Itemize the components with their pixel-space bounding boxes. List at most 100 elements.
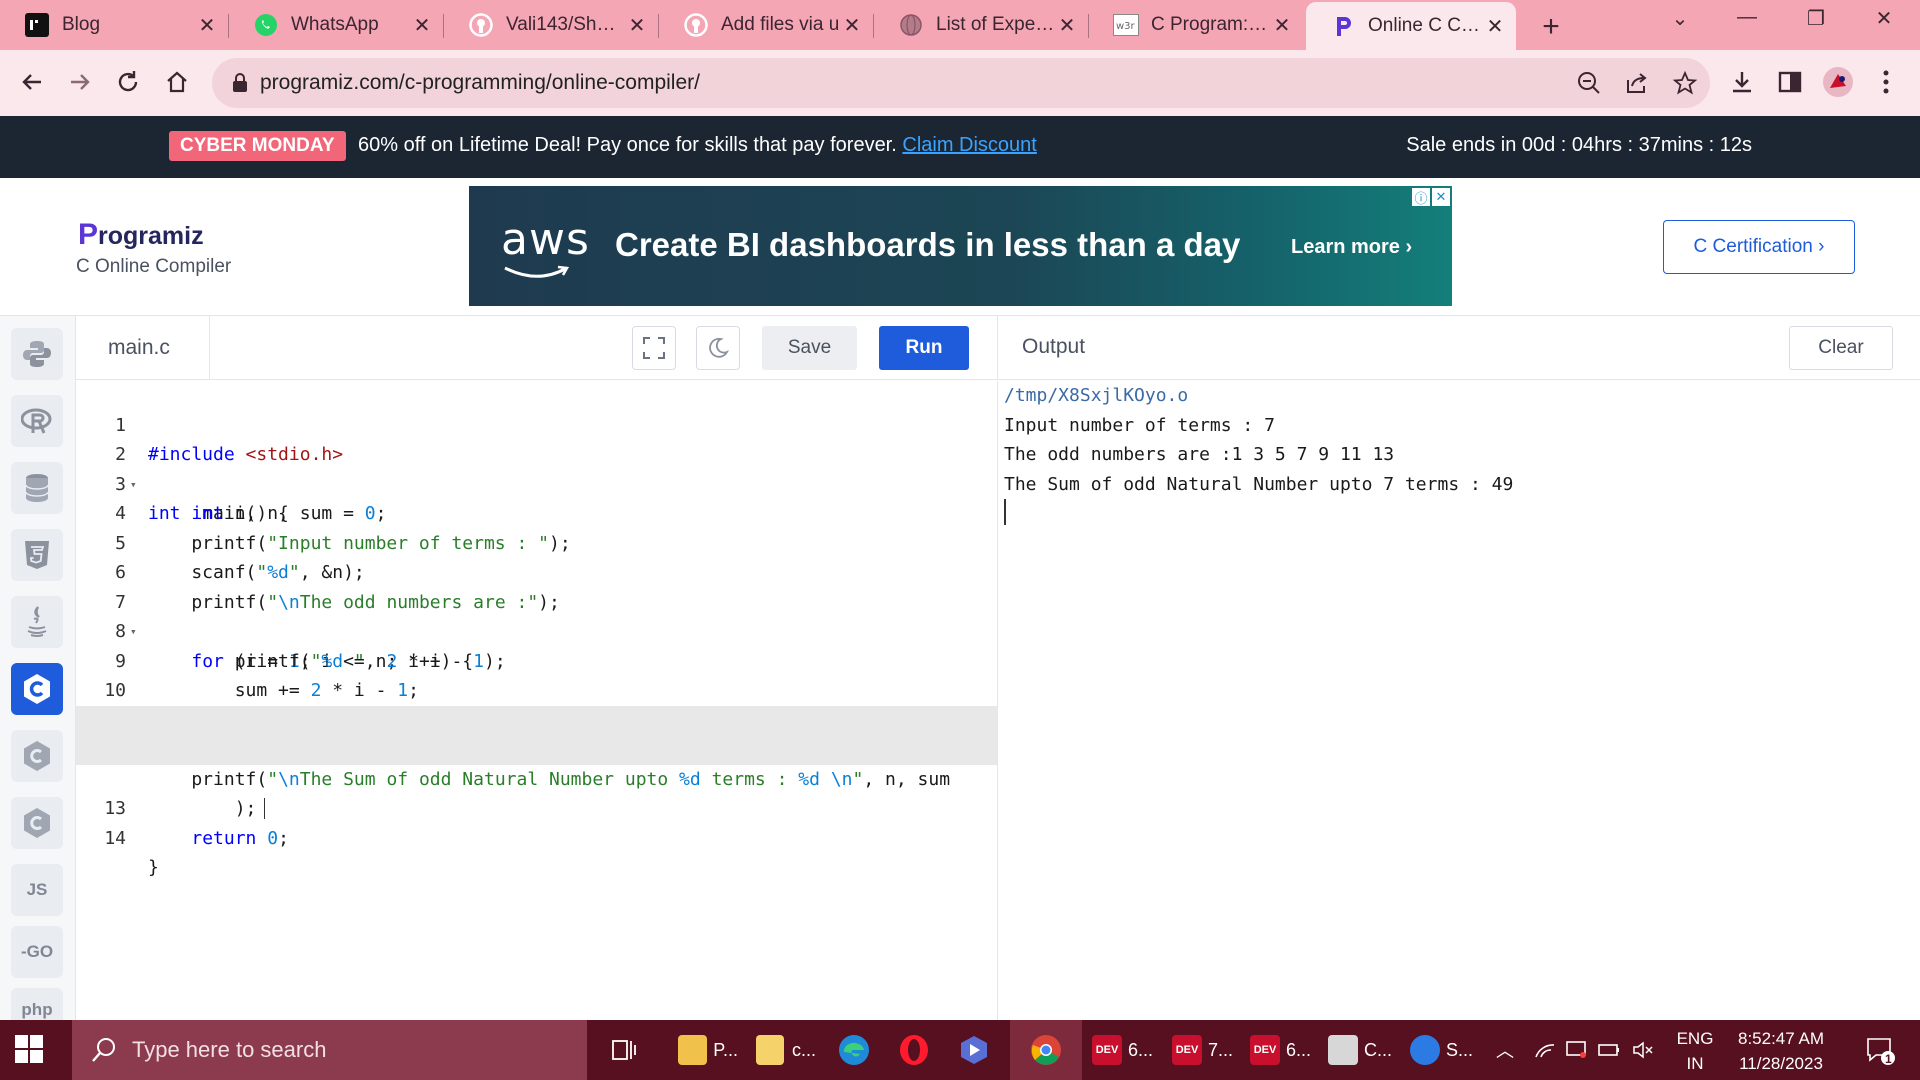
logo-text: rogramiz (98, 222, 204, 250)
taskbar-search[interactable]: Type here to search (72, 1020, 587, 1080)
zoom-out-icon[interactable] (1576, 70, 1602, 101)
file-tab-main-c[interactable]: main.c (76, 316, 210, 379)
close-window-icon[interactable]: ✕ (1864, 6, 1904, 31)
lang-c[interactable] (11, 663, 63, 715)
code-line: 6 printf("\nThe odd numbers are :"); (76, 529, 997, 613)
menu-kebab-icon[interactable] (1868, 64, 1904, 100)
lang-python[interactable] (11, 328, 63, 380)
bookmark-star-icon[interactable] (1672, 70, 1698, 101)
lock-icon[interactable] (232, 73, 248, 98)
notification-center-button[interactable]: 1 (1856, 1020, 1906, 1080)
tab-github-add-files[interactable]: Add files via u ✕ (659, 4, 873, 46)
close-icon[interactable]: ✕ (1484, 14, 1506, 39)
input-language[interactable]: ENG IN (1674, 1026, 1716, 1076)
close-icon[interactable]: ✕ (841, 13, 863, 38)
taskbar-folder[interactable]: c... (750, 1020, 816, 1080)
c-certification-button[interactable]: C Certification › (1663, 220, 1855, 274)
lang-php[interactable]: php (11, 988, 63, 1020)
ad-choices[interactable]: ⓘ ✕ (1412, 188, 1450, 206)
close-icon[interactable]: ✕ (196, 13, 218, 38)
taskbar-devcpp-3[interactable]: DEV 6... (1250, 1020, 1320, 1080)
taskbar-snipping-tool[interactable]: S... (1410, 1020, 1476, 1080)
taskbar-devcpp-2[interactable]: DEV 7... (1172, 1020, 1242, 1080)
search-icon (92, 1038, 115, 1062)
share-icon[interactable] (1624, 70, 1650, 101)
taskbar-window[interactable]: C... (1328, 1020, 1398, 1080)
taskbar-devcpp-1[interactable]: DEV 6... (1092, 1020, 1162, 1080)
address-bar[interactable]: programiz.com/c-programming/online-compi… (212, 58, 1710, 108)
close-icon[interactable]: ✕ (411, 13, 433, 38)
lang-sql[interactable] (11, 462, 63, 514)
code-line: 9 sum += 2 * i - 1; (76, 617, 997, 702)
wifi-icon[interactable] (1530, 1020, 1560, 1080)
claim-discount-link[interactable]: Claim Discount (902, 134, 1036, 156)
aws-ad-banner[interactable]: aws Create BI dashboards in less than a … (469, 186, 1452, 306)
output-header: Output Clear (997, 316, 1920, 380)
minimize-icon[interactable]: — (1727, 6, 1767, 29)
c-lang-icon (24, 674, 50, 704)
battery-icon[interactable] (1594, 1020, 1624, 1080)
r-lang-icon (21, 408, 52, 434)
aws-logo: aws (501, 214, 590, 265)
lang-r[interactable] (11, 395, 63, 447)
code-line: 8 printf("%d ", 2 * i - 1); (76, 588, 997, 672)
ad-info-icon[interactable]: ⓘ (1412, 188, 1430, 206)
blog-icon (24, 12, 50, 38)
tab-search-chevron-icon[interactable]: ⌄ (1660, 6, 1700, 31)
lang-go[interactable]: -GO (11, 926, 63, 978)
forward-button[interactable] (62, 64, 98, 100)
start-button[interactable] (14, 1034, 44, 1069)
system-clock[interactable]: 8:52:47 AM 11/28/2023 (1726, 1026, 1836, 1076)
code-text: } (148, 857, 159, 878)
tab-blog[interactable]: Blog ✕ (0, 4, 228, 46)
output-console[interactable]: /tmp/X8SxjlKOyo.o Input number of terms … (997, 381, 1920, 1020)
tab-list-of-experiments[interactable]: List of Experin ✕ (874, 4, 1088, 46)
lang-html[interactable] (11, 529, 63, 581)
clear-button[interactable]: Clear (1789, 326, 1893, 370)
close-icon[interactable]: ✕ (626, 13, 648, 38)
task-view-button[interactable] (604, 1020, 644, 1080)
code-editor[interactable]: 1 #include <stdio.h> 2 ▾ int main() { 3 … (76, 381, 997, 1020)
close-icon[interactable]: ✕ (1271, 13, 1293, 38)
side-panel-button[interactable] (1772, 64, 1808, 100)
taskbar-label: 6... (1128, 1039, 1154, 1060)
theme-toggle-button[interactable] (696, 326, 740, 370)
tab-whatsapp[interactable]: WhatsApp ✕ (229, 4, 443, 46)
window-icon (1328, 1035, 1358, 1065)
tab-title: WhatsApp (291, 14, 379, 35)
run-button[interactable]: Run (879, 326, 969, 370)
tab-github-vali143[interactable]: Vali143/Shaik- ✕ (444, 4, 658, 46)
home-button[interactable] (159, 64, 195, 100)
fullscreen-button[interactable] (632, 326, 676, 370)
profile-avatar[interactable] (1820, 64, 1856, 100)
back-button[interactable] (14, 64, 50, 100)
taskbar-chrome[interactable] (1010, 1020, 1082, 1080)
close-icon[interactable]: ✕ (1056, 13, 1078, 38)
new-tab-button[interactable]: + (1536, 10, 1566, 44)
lang-csharp[interactable] (11, 797, 63, 849)
lang-js[interactable]: JS (11, 864, 63, 916)
restore-icon[interactable]: ❐ (1796, 6, 1836, 31)
save-button[interactable]: Save (762, 326, 857, 370)
volume-muted-icon[interactable] (1628, 1020, 1658, 1080)
reload-button[interactable] (110, 64, 146, 100)
taskbar-opera[interactable] (892, 1020, 936, 1080)
tab-online-c-compiler[interactable]: Online C Com ✕ (1306, 2, 1516, 50)
reload-icon (118, 71, 138, 92)
browser-tab-strip: Blog ✕ WhatsApp ✕ Vali143/Shaik- ✕ Add f… (0, 0, 1920, 50)
taskbar-app[interactable] (952, 1020, 996, 1080)
app-icon (961, 1036, 987, 1064)
url-text[interactable]: programiz.com/c-programming/online-compi… (260, 71, 700, 95)
code-line: 4 printf("Input number of terms : "); (76, 470, 997, 554)
download-button[interactable] (1724, 64, 1760, 100)
tab-c-program[interactable]: w3r C Program: Di ✕ (1089, 4, 1303, 46)
tray-overflow-icon[interactable]: ︿ (1492, 1020, 1518, 1080)
display-icon[interactable] (1562, 1020, 1592, 1080)
ad-close-icon[interactable]: ✕ (1432, 188, 1450, 206)
taskbar-edge[interactable] (832, 1020, 876, 1080)
ad-learn-more[interactable]: Learn more › (1291, 236, 1412, 259)
lang-java[interactable] (11, 596, 63, 648)
taskbar-file-explorer[interactable]: P... (672, 1020, 738, 1080)
programiz-logo[interactable]: Programiz (78, 218, 204, 252)
lang-cpp[interactable] (11, 730, 63, 782)
